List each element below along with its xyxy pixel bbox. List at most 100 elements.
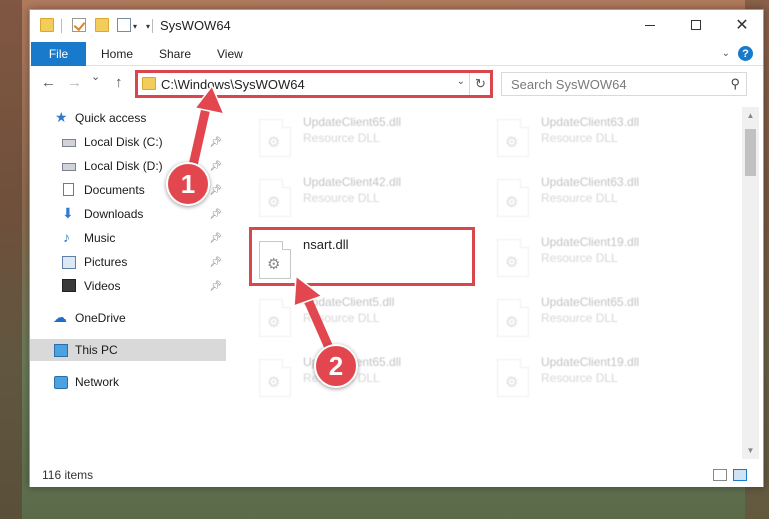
sidebar-item-label: Downloads bbox=[84, 207, 144, 221]
background-tree bbox=[0, 0, 22, 519]
folder-icon bbox=[40, 18, 54, 32]
file-type: Resource DLL bbox=[303, 131, 380, 145]
file-type: Resource DLL bbox=[303, 311, 380, 325]
videos-icon bbox=[62, 279, 76, 292]
help-icon[interactable]: ? bbox=[738, 46, 753, 61]
file-name: UpdateClient63.dll bbox=[541, 175, 640, 189]
maximize-button[interactable] bbox=[673, 10, 719, 40]
gear-icon: ⚙ bbox=[505, 374, 519, 391]
gear-icon: ⚙ bbox=[267, 134, 281, 151]
quick-access-dropdown-icon[interactable]: ▾ bbox=[146, 22, 150, 31]
back-button[interactable]: ← bbox=[41, 74, 56, 91]
vertical-scrollbar[interactable]: ▲ ▼ bbox=[742, 107, 759, 459]
navigation-bar: ← → ⌄ ↑ C:\Windows\SysWOW64 ⌄ ↻ Search S… bbox=[30, 67, 763, 99]
properties-check-icon[interactable] bbox=[72, 18, 86, 32]
chevron-down-icon[interactable]: ▾ bbox=[133, 22, 137, 31]
sidebar-item-quick-access[interactable]: ★ Quick access bbox=[30, 107, 226, 129]
pin-icon[interactable]: 📌︎ bbox=[209, 161, 222, 172]
gear-icon: ⚙ bbox=[505, 314, 519, 331]
sidebar-item-downloads[interactable]: ⬇ Downloads 📌︎ bbox=[30, 203, 226, 225]
file-type: Resource DLL bbox=[541, 311, 618, 325]
sidebar-item-pictures[interactable]: Pictures 📌︎ bbox=[30, 251, 226, 273]
sidebar-item-label: Local Disk (D:) bbox=[84, 159, 163, 173]
file-name: UpdateClient5.dll bbox=[303, 295, 395, 309]
drive-icon bbox=[62, 163, 76, 171]
recent-locations-button[interactable]: ⌄ bbox=[91, 70, 100, 83]
dll-file-icon: ⚙ bbox=[497, 299, 529, 337]
details-view-icon[interactable] bbox=[713, 469, 727, 481]
window-title: SysWOW64 bbox=[160, 18, 231, 33]
sidebar-item-label: Quick access bbox=[75, 111, 147, 125]
pin-icon[interactable]: 📌︎ bbox=[209, 233, 222, 244]
navigation-pane: ★ Quick access Local Disk (C:) 📌︎ Local … bbox=[30, 107, 226, 459]
ribbon-controls: ⌄ ? bbox=[722, 46, 753, 61]
scroll-down-icon[interactable]: ▼ bbox=[742, 442, 759, 459]
file-item[interactable]: ⚙ UpdateClient63.dll Resource DLL bbox=[483, 171, 703, 221]
title-bar: ▾ ▾ SysWOW64 ✕ bbox=[30, 10, 763, 42]
tab-home[interactable]: Home bbox=[101, 47, 133, 61]
tab-file[interactable]: File bbox=[31, 42, 86, 66]
download-icon: ⬇ bbox=[62, 205, 74, 221]
pin-icon[interactable]: 📌︎ bbox=[209, 281, 222, 292]
pin-icon[interactable]: 📌︎ bbox=[209, 137, 222, 148]
forward-button[interactable]: → bbox=[67, 74, 82, 91]
close-icon: ✕ bbox=[735, 17, 749, 34]
new-folder-icon[interactable] bbox=[95, 18, 109, 32]
gear-icon: ⚙ bbox=[505, 254, 519, 271]
file-item[interactable]: ⚙ UpdateClient19.dll Resource DLL bbox=[483, 231, 703, 281]
file-item[interactable]: ⚙ UpdateClient5.dll Resource DLL bbox=[245, 291, 465, 341]
up-button[interactable]: ↑ bbox=[115, 74, 123, 91]
sidebar-item-videos[interactable]: Videos 📌︎ bbox=[30, 275, 226, 297]
pin-icon[interactable]: 📌︎ bbox=[209, 209, 222, 220]
file-item[interactable]: ⚙ UpdateClient65.dll Resource DLL bbox=[483, 291, 703, 341]
search-box[interactable]: Search SysWOW64 ⚲ bbox=[501, 72, 747, 96]
dll-file-icon: ⚙ bbox=[497, 359, 529, 397]
search-icon[interactable]: ⚲ bbox=[730, 76, 740, 92]
dll-file-icon: ⚙ bbox=[259, 119, 291, 157]
sidebar-item-network[interactable]: Network bbox=[30, 371, 226, 393]
file-type: Resource DLL bbox=[303, 191, 380, 205]
file-item[interactable]: ⚙ UpdateClient42.dll Resource DLL bbox=[245, 171, 465, 221]
file-list: ⚙ UpdateClient65.dll Resource DLL ⚙ Upda… bbox=[235, 107, 742, 459]
callout-step-2: 2 bbox=[314, 344, 358, 388]
minimize-button[interactable] bbox=[627, 10, 673, 40]
star-icon: ★ bbox=[55, 109, 68, 125]
scrollbar-thumb[interactable] bbox=[745, 129, 756, 176]
file-type: Resource DLL bbox=[541, 371, 618, 385]
file-name: UpdateClient19.dll bbox=[541, 355, 640, 369]
gear-icon: ⚙ bbox=[267, 314, 281, 331]
scroll-up-icon[interactable]: ▲ bbox=[742, 107, 759, 124]
sidebar-item-local-disk-c[interactable]: Local Disk (C:) 📌︎ bbox=[30, 131, 226, 153]
sidebar-item-onedrive[interactable]: ☁ OneDrive bbox=[30, 307, 226, 329]
file-item[interactable]: ⚙ UpdateClient65.dll Resource DLL bbox=[245, 111, 465, 161]
sidebar-item-label: Pictures bbox=[84, 255, 128, 269]
close-button[interactable]: ✕ bbox=[719, 10, 765, 40]
file-item[interactable]: ⚙ UpdateClient19.dll Resource DLL bbox=[483, 351, 703, 401]
file-item[interactable]: ⚙ UpdateClient63.dll Resource DLL bbox=[483, 111, 703, 161]
onedrive-icon: ☁ bbox=[53, 309, 67, 325]
sidebar-item-music[interactable]: ♪ Music 📌︎ bbox=[30, 227, 226, 249]
dll-file-icon: ⚙ bbox=[497, 239, 529, 277]
dll-file-icon: ⚙ bbox=[497, 179, 529, 217]
tab-view[interactable]: View bbox=[217, 47, 243, 61]
sidebar-item-label: Local Disk (C:) bbox=[84, 135, 163, 149]
maximize-icon bbox=[691, 20, 701, 30]
minimize-icon bbox=[645, 24, 655, 26]
dll-file-icon: ⚙ bbox=[259, 299, 291, 337]
tab-share[interactable]: Share bbox=[159, 47, 191, 61]
large-icons-view-icon[interactable] bbox=[733, 469, 747, 481]
sidebar-item-label: Videos bbox=[84, 279, 121, 293]
expand-ribbon-icon[interactable]: ⌄ bbox=[722, 48, 730, 59]
sidebar-item-this-pc[interactable]: This PC bbox=[30, 339, 226, 361]
file-type: Resource DLL bbox=[541, 191, 618, 205]
gear-icon: ⚙ bbox=[267, 194, 281, 211]
dll-file-icon: ⚙ bbox=[259, 359, 291, 397]
file-name: UpdateClient65.dll bbox=[541, 295, 640, 309]
file-highlight bbox=[249, 227, 475, 286]
pin-icon[interactable]: 📌︎ bbox=[209, 257, 222, 268]
pin-icon[interactable]: 📌︎ bbox=[209, 185, 222, 196]
customize-icon[interactable] bbox=[117, 18, 131, 32]
file-name: UpdateClient65.dll bbox=[303, 115, 402, 129]
search-input[interactable]: Search SysWOW64 bbox=[511, 77, 627, 92]
item-count: 116 items bbox=[42, 468, 94, 482]
